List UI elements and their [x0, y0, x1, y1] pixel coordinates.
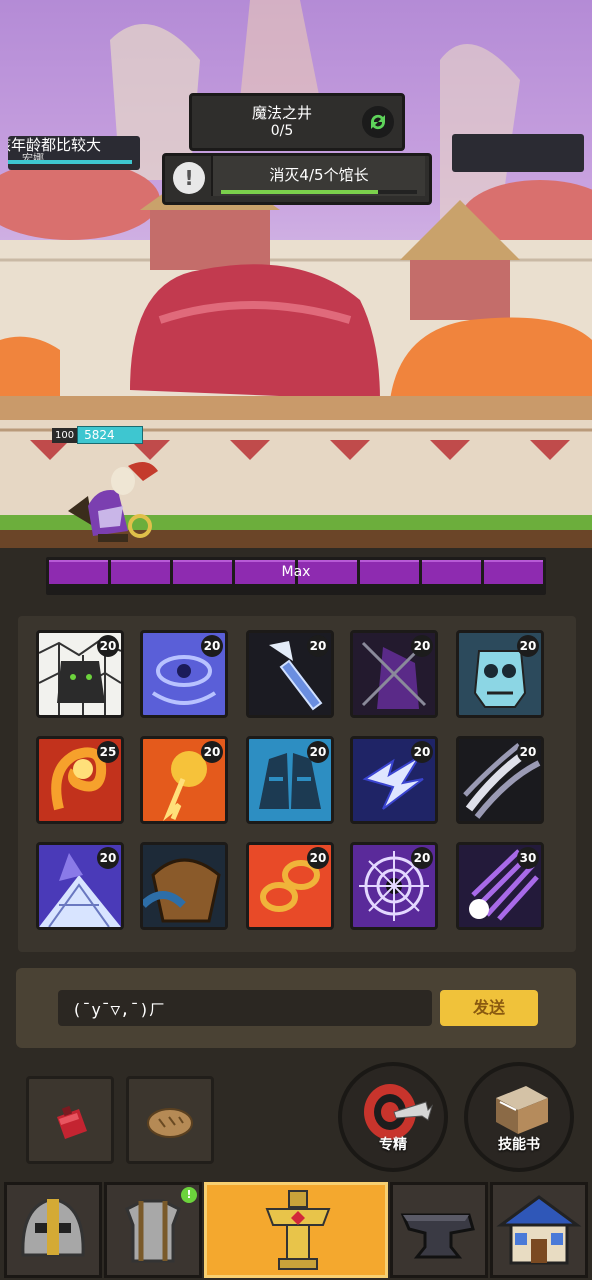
skill-book-icon: [496, 1086, 548, 1134]
xp-label: Max: [281, 564, 311, 580]
skill-slot[interactable]: 20: [246, 630, 334, 718]
bread-slot[interactable]: [126, 1076, 214, 1164]
skill-level-badge: 25: [97, 741, 119, 763]
battle-scene: 魔法之井 0/5 ! 消灭4/5个馆长 孩年龄都比较大 宏娜 100 5824: [0, 0, 592, 548]
skill-level-badge: 30: [517, 847, 539, 869]
skill-level-badge: 20: [517, 635, 539, 657]
skill-slot[interactable]: 25: [36, 736, 124, 824]
xp-bar: Max: [46, 557, 546, 595]
nav-anvil[interactable]: [390, 1182, 488, 1278]
alert-icon: !: [173, 162, 205, 194]
send-button[interactable]: 发送: [440, 990, 538, 1026]
nav-altar-active[interactable]: [204, 1182, 388, 1278]
red-potion-icon: [57, 1105, 87, 1139]
skill-level-badge: 20: [517, 741, 539, 763]
hero-hp: 5824: [77, 426, 144, 444]
skill-level-badge: 20: [307, 741, 329, 763]
skill-slot[interactable]: 20: [36, 842, 124, 930]
quest-progress: 0/5: [270, 123, 294, 139]
bread-icon: [147, 1108, 193, 1138]
skill-slot[interactable]: 20: [246, 842, 334, 930]
skill-level-badge: 20: [201, 741, 223, 763]
skill-level-badge: 20: [411, 635, 433, 657]
skill-slot[interactable]: 20: [350, 630, 438, 718]
skill-level-badge: 20: [97, 635, 119, 657]
skill-slot[interactable]: 20: [350, 736, 438, 824]
task-progress-bar: [221, 190, 417, 194]
task-panel[interactable]: ! 消灭4/5个馆长: [162, 153, 432, 205]
skill-slot[interactable]: 20: [246, 736, 334, 824]
skill-level-badge: 20: [201, 635, 223, 657]
skillbook-button[interactable]: 技能书: [464, 1062, 574, 1172]
skill-level-badge: 20: [97, 847, 119, 869]
skill-level-badge: 20: [307, 847, 329, 869]
skill-slot[interactable]: 20: [140, 630, 228, 718]
quest-title: 魔法之井: [251, 104, 312, 122]
nav-armor[interactable]: !: [104, 1182, 202, 1278]
nav-shop[interactable]: [490, 1182, 588, 1278]
skill-grid: 20 20 20 20 20 25 20 20 20 20 20 20 20 30: [18, 616, 576, 952]
chat-input[interactable]: [58, 990, 432, 1026]
skill-slot[interactable]: 20: [456, 630, 544, 718]
skill-slot[interactable]: [140, 842, 228, 930]
mastery-button[interactable]: 专精: [338, 1062, 448, 1172]
hero-hp-bar: 100 5824: [52, 426, 144, 444]
refresh-icon[interactable]: [362, 106, 394, 138]
skill-level-badge: 20: [411, 847, 433, 869]
hero-level: 100: [52, 427, 78, 443]
leather-bag-icon: [143, 845, 225, 927]
potion-slot[interactable]: [26, 1076, 114, 1164]
task-progress-fill: [221, 190, 378, 194]
quest-panel[interactable]: 魔法之井 0/5: [189, 93, 405, 151]
hero-sprite: [68, 462, 158, 542]
mastery-label: 专精: [379, 1137, 407, 1153]
skillbook-label: 技能书: [498, 1137, 540, 1153]
nav-helmet[interactable]: [4, 1182, 102, 1278]
new-badge: !: [181, 1187, 197, 1203]
skill-level-badge: 20: [411, 741, 433, 763]
altar-icon: [265, 1190, 331, 1270]
chat-panel: 发送: [16, 968, 576, 1048]
banner-bar: [8, 160, 132, 164]
player-banner: 孩年龄都比较大 宏娜: [8, 136, 140, 170]
anvil-icon: [400, 1213, 475, 1259]
helmet-icon: [21, 1197, 85, 1257]
skill-slot[interactable]: 20: [140, 736, 228, 824]
shop-house-icon: [496, 1195, 582, 1265]
enemy-banner: [452, 134, 584, 172]
skill-slot[interactable]: 20: [456, 736, 544, 824]
skill-level-badge: 20: [307, 635, 329, 657]
task-text: 消灭4/5个馆长: [269, 166, 369, 184]
skill-slot[interactable]: 20: [350, 842, 438, 930]
skill-slot[interactable]: 30: [456, 842, 544, 930]
skill-slot[interactable]: 20: [36, 630, 124, 718]
